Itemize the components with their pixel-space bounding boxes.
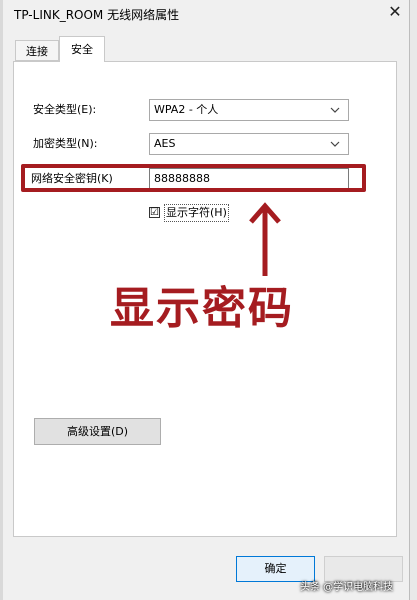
window-edge xyxy=(0,0,3,600)
tab-connection[interactable]: 连接 xyxy=(15,40,59,61)
show-characters-checkbox[interactable]: ☑ xyxy=(149,207,160,218)
window-title: TP-LINK_ROOM 无线网络属性 xyxy=(14,8,180,22)
network-key-label: 网络安全密钥(K) xyxy=(31,172,113,185)
chevron-down-icon xyxy=(330,141,340,147)
security-type-select[interactable]: WPA2 - 个人 xyxy=(149,99,349,121)
security-type-label: 安全类型(E): xyxy=(33,103,97,116)
advanced-settings-button[interactable]: 高级设置(D) xyxy=(34,418,161,445)
chevron-down-icon xyxy=(330,107,340,113)
encryption-type-label: 加密类型(N): xyxy=(33,137,98,150)
show-characters-label[interactable]: 显示字符(H) xyxy=(164,204,229,222)
watermark: 头条 @学识电脑科技 xyxy=(300,582,394,593)
close-icon[interactable]: ✕ xyxy=(385,2,405,22)
encryption-type-value: AES xyxy=(154,137,176,150)
security-type-value: WPA2 - 个人 xyxy=(154,103,219,116)
tab-security[interactable]: 安全 xyxy=(59,36,105,62)
annotation-text: 显示密码 xyxy=(110,283,294,334)
encryption-type-select[interactable]: AES xyxy=(149,133,349,155)
arrow-up-icon xyxy=(249,202,281,276)
